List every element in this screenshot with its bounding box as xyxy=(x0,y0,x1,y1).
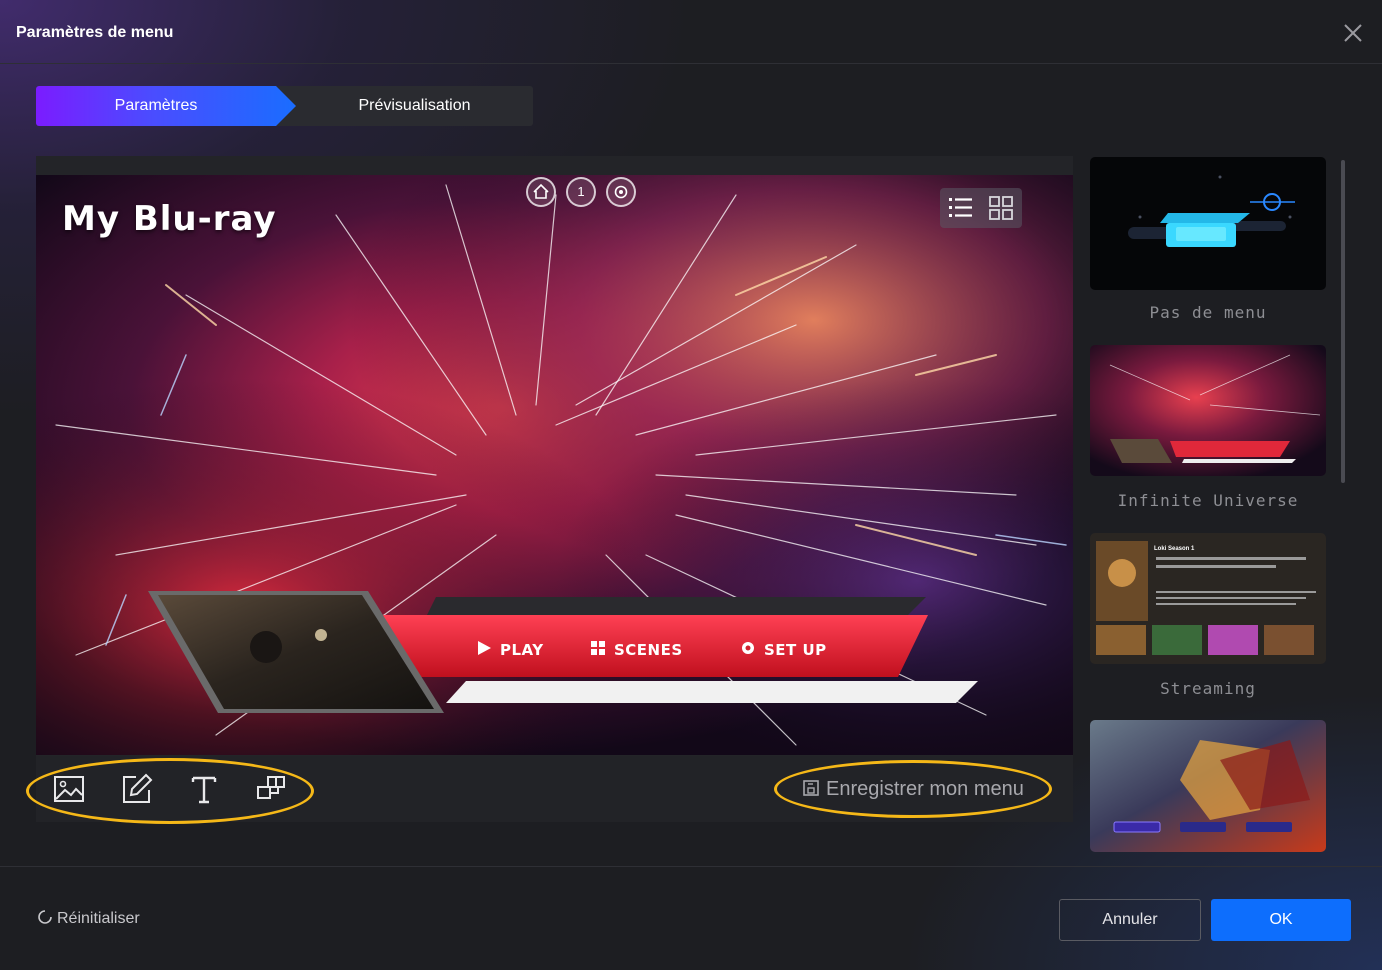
window-title: Paramètres de menu xyxy=(16,24,174,41)
reset-label: Réinitialiser xyxy=(57,910,140,927)
template-thumb xyxy=(1090,345,1326,476)
menu-preview-canvas[interactable]: My Blu-ray 1 PLAY SCENES SET UP xyxy=(36,175,1073,755)
menu-nav-circles: 1 xyxy=(526,177,638,207)
play-icon xyxy=(476,639,494,663)
template-label: Infinite Universe xyxy=(1117,491,1299,510)
list-view-icon[interactable] xyxy=(940,188,981,228)
template-card-no-menu[interactable]: Pas de menu xyxy=(1090,157,1326,332)
settings-icon[interactable] xyxy=(606,177,636,207)
editor-toolbar: Enregistrer mon menu xyxy=(26,756,1073,824)
template-card-infinite-universe[interactable]: Infinite Universe xyxy=(1090,345,1326,520)
template-list: Pas de menu Infinite Universe Loki Seaso… xyxy=(1090,157,1326,852)
menu-scenes-label: SCENES xyxy=(614,641,683,659)
save-icon xyxy=(802,777,820,796)
menu-play-button[interactable]: PLAY xyxy=(476,638,544,662)
ok-button[interactable]: OK xyxy=(1211,899,1351,941)
menu-setup-button[interactable]: SET UP xyxy=(740,638,827,662)
template-card-action[interactable] xyxy=(1090,720,1326,852)
template-thumb: Loki Season 1 xyxy=(1090,533,1326,664)
save-menu-button[interactable]: Enregistrer mon menu xyxy=(802,775,1024,803)
template-label: Streaming xyxy=(1160,679,1256,698)
tab-parametres[interactable]: Paramètres xyxy=(36,86,296,126)
menu-title[interactable]: My Blu-ray xyxy=(62,199,277,239)
view-mode-toggle xyxy=(940,188,1022,228)
template-thumb-title: Loki Season 1 xyxy=(1154,546,1195,552)
template-scrollbar xyxy=(1341,158,1346,853)
close-icon[interactable] xyxy=(1342,22,1364,44)
layout-icon[interactable] xyxy=(254,772,288,806)
template-card-streaming[interactable]: Loki Season 1 Streaming xyxy=(1090,533,1326,708)
footer-divider xyxy=(0,866,1382,867)
page-number-indicator[interactable]: 1 xyxy=(566,177,596,207)
reset-button[interactable]: Réinitialiser xyxy=(37,909,140,928)
text-icon[interactable] xyxy=(187,772,221,806)
menu-play-label: PLAY xyxy=(500,641,544,659)
grid-view-icon[interactable] xyxy=(981,188,1022,228)
title-bar: Paramètres de menu xyxy=(0,0,1382,64)
menu-banner-graphic xyxy=(148,591,978,713)
template-thumb xyxy=(1090,720,1326,852)
tab-bar: Paramètres Prévisualisation xyxy=(36,86,533,126)
gear-icon xyxy=(740,639,758,663)
scrollbar-thumb[interactable] xyxy=(1341,160,1345,483)
template-label: Pas de menu xyxy=(1149,303,1267,322)
refresh-icon xyxy=(37,909,53,925)
scenes-grid-icon xyxy=(590,639,608,663)
tab-previsualisation[interactable]: Prévisualisation xyxy=(296,86,533,126)
edit-icon[interactable] xyxy=(120,772,154,806)
save-menu-label: Enregistrer mon menu xyxy=(826,778,1024,800)
cancel-button[interactable]: Annuler xyxy=(1059,899,1201,941)
home-icon[interactable] xyxy=(526,177,556,207)
menu-editor: My Blu-ray 1 PLAY SCENES SET UP Enregist… xyxy=(26,156,1073,824)
menu-scenes-button[interactable]: SCENES xyxy=(590,638,683,662)
menu-setup-label: SET UP xyxy=(764,641,827,659)
image-icon[interactable] xyxy=(52,772,86,806)
template-thumb xyxy=(1090,157,1326,290)
